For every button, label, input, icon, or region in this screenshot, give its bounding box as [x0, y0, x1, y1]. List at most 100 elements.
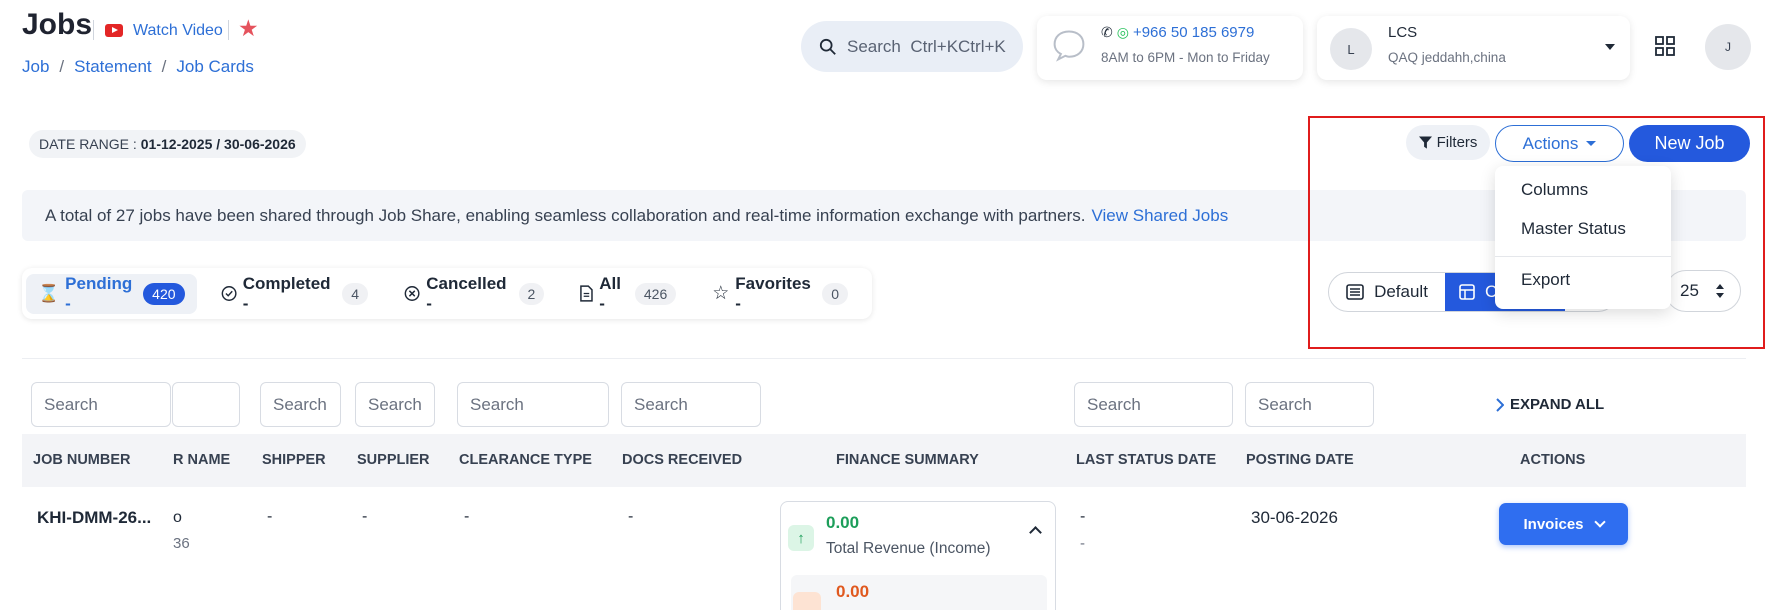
x-circle-icon: [404, 286, 420, 301]
global-search[interactable]: Search Ctrl+KCtrl+K: [801, 21, 1023, 72]
breadcrumb-statement[interactable]: Statement: [74, 57, 152, 77]
youtube-icon[interactable]: [105, 24, 123, 37]
col-clearance-type[interactable]: CLEARANCE TYPE: [459, 452, 592, 468]
job-number-link[interactable]: KHI-DMM-26...: [37, 508, 151, 528]
col-customer-name[interactable]: R NAME: [173, 452, 230, 468]
search-icon: [819, 38, 836, 55]
tab-label: Completed -: [242, 273, 331, 313]
revenue-label: Total Revenue (Income): [826, 540, 991, 557]
tab-label: All -: [599, 273, 621, 313]
jobs-table: Search Search Search Search Search Searc…: [22, 358, 1746, 610]
favorite-star-icon[interactable]: ★: [238, 17, 259, 40]
col-supplier[interactable]: SUPPLIER: [357, 452, 430, 468]
invoices-button[interactable]: Invoices: [1499, 503, 1628, 545]
customer-code: 36: [173, 535, 190, 552]
filter-customer-name[interactable]: [172, 382, 240, 427]
tab-count: 420: [143, 282, 185, 305]
highlight-box: [1308, 116, 1765, 349]
table-header: JOB NUMBER R NAME SHIPPER SUPPLIER CLEAR…: [22, 434, 1746, 487]
view-shared-jobs-link[interactable]: View Shared Jobs: [1091, 206, 1228, 226]
filter-last-status-date[interactable]: Search: [1074, 382, 1233, 427]
date-range-label: DATE RANGE :: [39, 136, 137, 152]
tab-completed[interactable]: Completed - 4: [209, 274, 381, 314]
chevron-up-icon[interactable]: [1029, 526, 1042, 539]
date-range-value: 01-12-2025 / 30-06-2026: [140, 136, 296, 152]
filter-shipper[interactable]: Search: [260, 382, 341, 427]
phone-line[interactable]: ✆ ◎ +966 50 185 6979: [1101, 24, 1254, 41]
breadcrumb-separator: /: [161, 57, 167, 76]
filter-docs-received[interactable]: Search: [621, 382, 761, 427]
tab-favorites[interactable]: ☆ Favorites - 0: [700, 274, 860, 314]
tab-pending[interactable]: ⌛ Pending - 420: [26, 273, 197, 314]
shipper-value: -: [267, 508, 273, 525]
hourglass-icon: ⌛: [38, 283, 60, 303]
filter-supplier[interactable]: Search: [355, 382, 435, 427]
supplier-value: -: [362, 508, 368, 525]
watch-video-link[interactable]: Watch Video: [133, 22, 223, 40]
col-shipper[interactable]: SHIPPER: [262, 452, 326, 468]
tab-all[interactable]: All - 426: [568, 274, 688, 314]
breadcrumb-job-cards[interactable]: Job Cards: [176, 57, 253, 77]
tab-label: Favorites -: [735, 273, 811, 313]
last-status-date-value: -: [1080, 508, 1086, 525]
document-icon: [580, 285, 594, 302]
star-icon: ☆: [712, 283, 730, 304]
company-name: LCS: [1388, 24, 1418, 41]
wallet-icon: [793, 592, 821, 610]
tab-label: Cancelled -: [426, 273, 507, 313]
user-avatar[interactable]: J: [1705, 24, 1751, 70]
col-actions: ACTIONS: [1520, 452, 1586, 468]
banner-text: A total of 27 jobs have been shared thro…: [45, 205, 1086, 225]
check-circle-icon: [221, 286, 237, 301]
tab-cancelled[interactable]: Cancelled - 2: [392, 274, 556, 314]
tab-count: 2: [518, 282, 545, 305]
chat-bubble-icon[interactable]: [1051, 27, 1087, 63]
customer-name: o: [173, 509, 182, 526]
tab-label: Pending -: [65, 273, 133, 313]
phone-icon: ✆: [1101, 24, 1113, 40]
filter-posting-date[interactable]: Search: [1245, 382, 1374, 427]
col-last-status-date[interactable]: LAST STATUS DATE: [1076, 452, 1216, 468]
col-finance-summary[interactable]: FINANCE SUMMARY: [836, 452, 979, 468]
support-contact-card: ✆ ◎ +966 50 185 6979 8AM to 6PM - Mon to…: [1037, 16, 1303, 80]
finance-summary-card: ↑ 0.00 Total Revenue (Income) 0.00: [780, 501, 1056, 610]
chevron-down-icon: [1593, 516, 1606, 528]
apps-grid-icon[interactable]: [1655, 36, 1675, 56]
clearance-type-value: -: [464, 508, 470, 525]
divider: [228, 20, 229, 40]
breadcrumb-separator: /: [59, 57, 65, 76]
arrow-up-icon: ↑: [788, 525, 814, 551]
tab-count: 0: [822, 282, 848, 305]
caret-down-icon: [1605, 44, 1615, 50]
company-switcher[interactable]: L LCS QAQ jeddahh,china: [1317, 16, 1630, 80]
chevron-right-icon: [1496, 397, 1504, 412]
invoices-label: Invoices: [1523, 515, 1584, 533]
cost-panel: [791, 575, 1047, 610]
expand-all-button[interactable]: EXPAND ALL: [1495, 396, 1604, 413]
cost-value: 0.00: [836, 582, 870, 601]
docs-received-value: -: [628, 508, 634, 525]
col-docs-received[interactable]: DOCS RECEIVED: [622, 452, 742, 468]
last-status-sub-value: -: [1080, 535, 1085, 552]
col-posting-date[interactable]: POSTING DATE: [1246, 452, 1354, 468]
tab-count: 4: [342, 282, 369, 305]
expand-all-label: EXPAND ALL: [1510, 396, 1605, 413]
divider: [93, 20, 94, 40]
status-tabs: ⌛ Pending - 420 Completed - 4 Cancelled …: [22, 268, 872, 319]
page-title: Jobs: [22, 8, 93, 41]
filter-job-number[interactable]: Search: [31, 382, 171, 427]
breadcrumb: Job / Statement / Job Cards: [22, 57, 254, 77]
whatsapp-icon: ◎: [1116, 24, 1129, 40]
date-range-badge: DATE RANGE : 01-12-2025 / 30-06-2026: [29, 130, 306, 158]
posting-date-value: 30-06-2026: [1251, 508, 1338, 527]
breadcrumb-job[interactable]: Job: [22, 57, 49, 77]
search-label: Search Ctrl+KCtrl+K: [847, 36, 1006, 56]
revenue-value: 0.00: [826, 513, 860, 532]
company-avatar: L: [1330, 28, 1372, 70]
filter-clearance-type[interactable]: Search: [457, 382, 609, 427]
support-hours: 8AM to 6PM - Mon to Friday: [1101, 50, 1270, 65]
company-location: QAQ jeddahh,china: [1388, 50, 1506, 65]
col-job-number[interactable]: JOB NUMBER: [33, 452, 130, 468]
tab-count: 426: [634, 282, 677, 305]
phone-number: +966 50 185 6979: [1132, 24, 1255, 41]
